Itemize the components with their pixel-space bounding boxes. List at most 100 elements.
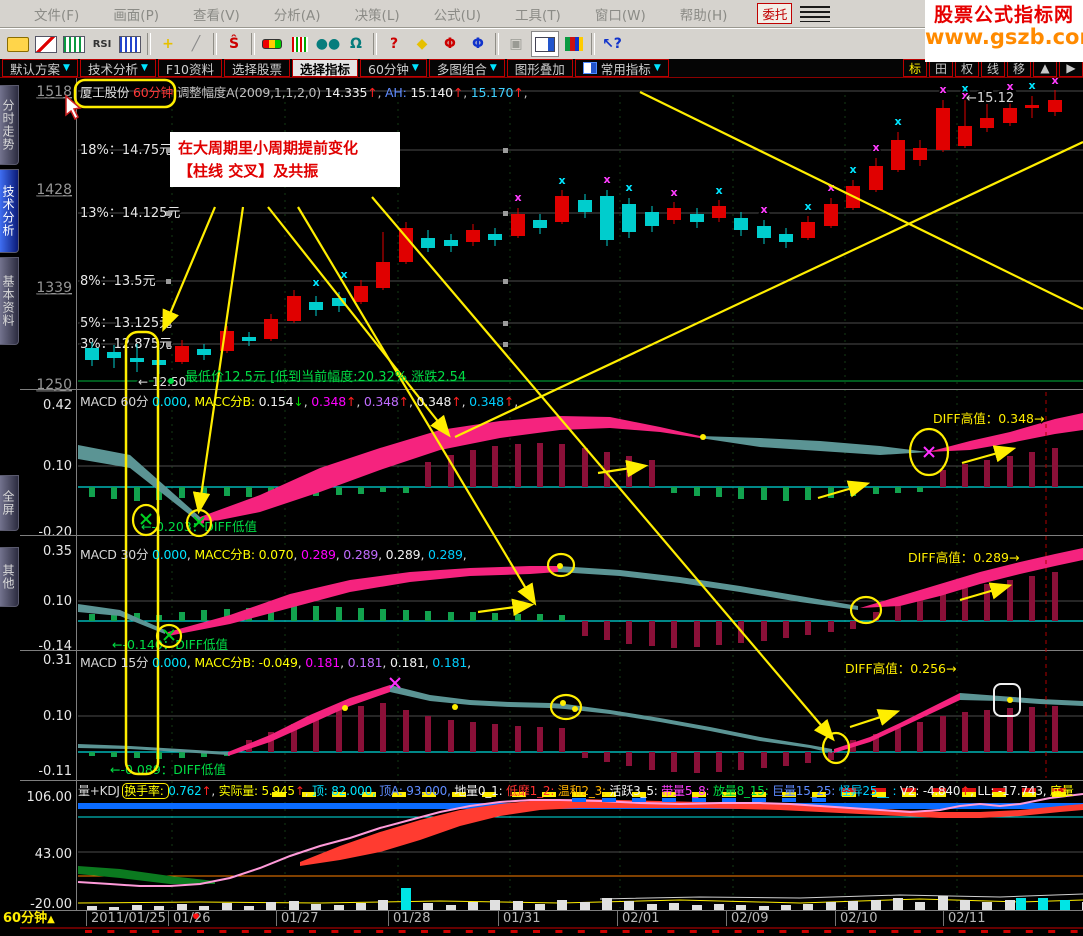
- chart-line-icon[interactable]: [33, 32, 59, 56]
- header-value: 0.348: [416, 394, 452, 409]
- menu-item-4[interactable]: 分析(A): [274, 4, 321, 24]
- funcbar-item-6[interactable]: 60分钟 ▼: [360, 59, 427, 77]
- macd-bar: [559, 728, 565, 752]
- header-value: -0.049: [258, 655, 298, 670]
- broker-button[interactable]: 委托: [757, 3, 793, 24]
- dropdown-arrow-icon[interactable]: ▼: [412, 63, 419, 73]
- funcbar-item-2[interactable]: 技术分析 ▼: [79, 59, 156, 77]
- menu-item-6[interactable]: 公式(U): [434, 4, 481, 24]
- context-help-icon[interactable]: ↖?: [599, 32, 625, 56]
- menu-item-8[interactable]: 窗口(W): [595, 4, 646, 24]
- x-marker: x: [872, 141, 879, 154]
- dropdown-arrow-icon[interactable]: ▼: [63, 63, 70, 73]
- menu-item-5[interactable]: 决策(L): [355, 4, 400, 24]
- pct-line-label: 8%：13.5元: [80, 274, 156, 289]
- dropdown-arrow-icon[interactable]: ▼: [490, 63, 497, 73]
- menu-item-9[interactable]: 帮助(H): [680, 4, 728, 24]
- candle: [712, 206, 726, 218]
- volume-bar: [692, 905, 702, 910]
- open-file-icon[interactable]: [5, 32, 31, 56]
- alarm-bell-icon[interactable]: Ω: [343, 32, 369, 56]
- volume-bar: [915, 902, 925, 910]
- stripe-bars-icon[interactable]: [287, 32, 313, 56]
- chart-bars-icon[interactable]: [61, 32, 87, 56]
- clipboard-icon[interactable]: ▣: [503, 32, 529, 56]
- menu-item-1[interactable]: 文件(F): [34, 4, 79, 24]
- sidebar-tab-4[interactable]: 全屏: [0, 475, 19, 531]
- volume-bar: [557, 900, 567, 910]
- y-axis-label: -0.14: [38, 639, 72, 654]
- volume-bar: [938, 896, 948, 910]
- funcbar-item-4[interactable]: 选择股票: [223, 59, 290, 77]
- funcbar-item-1[interactable]: 默认方案 ▼: [2, 59, 78, 77]
- macd-bar: [783, 752, 789, 766]
- dropdown-arrow-icon[interactable]: ▼: [141, 63, 148, 73]
- header-value: ,: [377, 85, 386, 100]
- rsi-icon[interactable]: RSI: [89, 32, 115, 56]
- header-value: ↑: [398, 394, 409, 409]
- macd-bar: [962, 588, 968, 621]
- candle: [399, 228, 413, 262]
- macd-bar: [89, 752, 95, 756]
- macd-ribbon: [390, 685, 565, 709]
- bottom-tick: [577, 930, 585, 933]
- macd-bar: [783, 621, 789, 638]
- x-marker: x: [670, 186, 677, 199]
- candle: [958, 126, 972, 146]
- low-price-note: 最低价12.5元 [低到当前幅度:20.32% 涨跌2.54: [185, 370, 467, 385]
- candle: [1025, 105, 1039, 108]
- books-icon[interactable]: [561, 32, 587, 56]
- mdi-window-lines-icon[interactable]: [800, 5, 831, 22]
- layout-icon[interactable]: [531, 31, 559, 57]
- macd-bar: [805, 621, 811, 635]
- header-value: ↑: [201, 784, 212, 798]
- chart-grid-icon[interactable]: [117, 32, 143, 56]
- sidebar-tab-3[interactable]: 基本资料: [0, 257, 19, 345]
- volume-bar: [356, 903, 366, 910]
- funcbar-item-3[interactable]: F10资料: [157, 59, 222, 77]
- macd-bar: [738, 752, 744, 770]
- header-value: MACD 30分: [80, 547, 153, 562]
- header-value: 0.348: [469, 394, 504, 409]
- phi-red-icon[interactable]: Φ: [437, 32, 463, 56]
- candle: [1003, 108, 1017, 123]
- header-value: 带量5_8:: [661, 784, 713, 798]
- macd-bar: [761, 752, 767, 768]
- toolbar-separator: [591, 33, 595, 55]
- funcbar-item-9[interactable]: 常用指标 ▼: [574, 59, 669, 77]
- sidebar-tab-5[interactable]: 其他: [0, 547, 19, 607]
- sidebar-tab-1[interactable]: 分时走势: [0, 85, 19, 165]
- y-axis-label: -0.11: [38, 764, 72, 779]
- menu-item-7[interactable]: 工具(T): [515, 4, 561, 24]
- candle: [734, 218, 748, 230]
- binoculars-icon[interactable]: ●●: [315, 32, 341, 56]
- macd-bar: [1007, 708, 1013, 752]
- funcbar-item-8[interactable]: 图形叠加: [506, 59, 573, 77]
- phi-blue-icon[interactable]: Φ: [465, 32, 491, 56]
- date-label-8: 02/10: [835, 911, 877, 926]
- overlay-grid-icon: [582, 62, 597, 74]
- candle: [869, 166, 883, 190]
- traffic-light-icon[interactable]: [259, 32, 285, 56]
- ruler-icon[interactable]: ╱: [183, 32, 209, 56]
- sidebar-tab-2[interactable]: 技术分析: [0, 169, 19, 253]
- funcbar-item-7[interactable]: 多图组合 ▼: [428, 59, 505, 77]
- line-handle: [166, 279, 171, 284]
- funcbar-button-1[interactable]: 标: [903, 59, 927, 77]
- header-value: 0.762: [168, 784, 202, 798]
- menu-item-2[interactable]: 画面(P): [113, 4, 159, 24]
- currency-icon[interactable]: Ŝ: [221, 32, 247, 56]
- volume-bar: [490, 900, 500, 910]
- menu-item-3[interactable]: 查看(V): [193, 4, 240, 24]
- period-label[interactable]: 60分钟▲: [3, 911, 55, 927]
- y-axis-label: 1428: [36, 182, 72, 198]
- funcbar-item-5[interactable]: 选择指标: [292, 59, 359, 77]
- diamond-icon[interactable]: ◆: [409, 32, 435, 56]
- query-icon[interactable]: ?: [381, 32, 407, 56]
- macd-bar: [515, 726, 521, 752]
- header-value: 顶: 82.000,: [311, 784, 380, 798]
- date-label-3: 01/27: [276, 911, 318, 926]
- dropdown-arrow-icon[interactable]: ▼: [654, 63, 661, 73]
- macd-bar: [738, 487, 744, 499]
- move-cross-icon[interactable]: +: [155, 32, 181, 56]
